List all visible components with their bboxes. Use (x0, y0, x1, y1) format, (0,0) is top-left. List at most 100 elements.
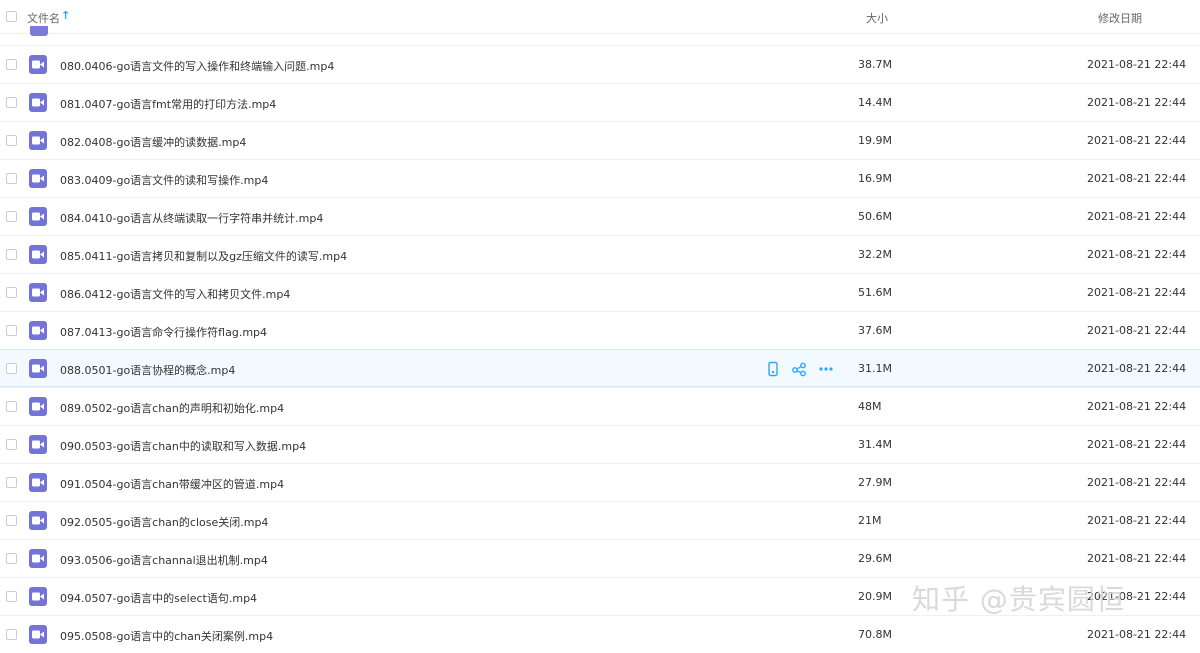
file-size: 27.9M (858, 476, 892, 489)
file-name[interactable]: 082.0408-go语言缓冲的读数据.mp4 (60, 134, 246, 150)
file-size: 31.4M (858, 438, 892, 451)
row-checkbox[interactable] (6, 439, 17, 450)
row-checkbox[interactable] (6, 553, 17, 564)
file-row[interactable]: 092.0505-go语言chan的close关闭.mp4 21M 2021-08-… (0, 501, 1200, 539)
row-checkbox[interactable] (6, 97, 17, 108)
video-file-icon (30, 26, 48, 36)
file-size: 32.2M (858, 248, 892, 261)
more-icon[interactable] (818, 361, 834, 377)
file-row[interactable]: 090.0503-go语言chan中的读取和写入数据.mp4 31.4M 2021-… (0, 425, 1200, 463)
file-size: 21M (858, 514, 882, 527)
file-row[interactable]: 086.0412-go语言文件的写入和拷贝文件.mp4 51.6M 2021-08-… (0, 273, 1200, 311)
video-file-icon (29, 169, 47, 188)
video-file-icon (29, 435, 47, 454)
row-checkbox[interactable] (6, 173, 17, 184)
file-size: 31.1M (858, 362, 892, 375)
video-file-icon (29, 359, 47, 378)
video-file-icon (29, 131, 47, 150)
file-name[interactable]: 086.0412-go语言文件的写入和拷贝文件.mp4 (60, 286, 290, 302)
file-name[interactable]: 087.0413-go语言命令行操作符flag.mp4 (60, 324, 267, 340)
file-modified-date: 2021-08-21 22:44 (1087, 438, 1187, 451)
file-size: 50.6M (858, 210, 892, 223)
file-name[interactable]: 085.0411-go语言拷贝和复制以及gz压缩文件的读写.mp4 (60, 248, 347, 264)
row-actions (765, 361, 837, 377)
phone-icon[interactable] (765, 361, 781, 377)
row-checkbox[interactable] (6, 515, 17, 526)
file-modified-date: 2021-08-21 22:44 (1087, 172, 1187, 185)
file-modified-date: 2021-08-21 22:44 (1087, 514, 1187, 527)
row-checkbox[interactable] (6, 59, 17, 70)
video-file-icon (29, 55, 47, 74)
row-checkbox[interactable] (6, 363, 17, 374)
file-name[interactable]: 094.0507-go语言中的select语句.mp4 (60, 590, 257, 606)
row-checkbox[interactable] (6, 629, 17, 640)
file-row[interactable]: 088.0501-go语言协程的概念.mp4 31.1M 2021-08-21 22… (0, 349, 1200, 387)
file-modified-date: 2021-08-21 22:44 (1087, 248, 1187, 261)
row-checkbox[interactable] (6, 325, 17, 336)
file-row[interactable]: 085.0411-go语言拷贝和复制以及gz压缩文件的读写.mp4 32.2M 20… (0, 235, 1200, 273)
file-name[interactable]: 083.0409-go语言文件的读和写操作.mp4 (60, 172, 268, 188)
file-name[interactable]: 092.0505-go语言chan的close关闭.mp4 (60, 514, 268, 530)
row-checkbox[interactable] (6, 477, 17, 488)
row-checkbox[interactable] (6, 591, 17, 602)
file-size: 20.9M (858, 590, 892, 603)
file-size: 16.9M (858, 172, 892, 185)
column-header-date[interactable]: 修改日期 (1098, 10, 1142, 26)
file-name[interactable]: 084.0410-go语言从终端读取一行字符串并统计.mp4 (60, 210, 323, 226)
file-name[interactable]: 093.0506-go语言channal退出机制.mp4 (60, 552, 268, 568)
file-modified-date: 2021-08-21 22:44 (1087, 210, 1187, 223)
file-modified-date: 2021-08-21 22:44 (1087, 628, 1187, 641)
file-size: 14.4M (858, 96, 892, 109)
file-row[interactable]: 089.0502-go语言chan的声明和初始化.mp4 48M 2021-08-2… (0, 387, 1200, 425)
file-size: 51.6M (858, 286, 892, 299)
file-list: 080.0406-go语言文件的写入操作和终端输入问题.mp4 38.7M 2021… (0, 45, 1200, 653)
file-row[interactable]: 084.0410-go语言从终端读取一行字符串并统计.mp4 50.6M 2021-… (0, 197, 1200, 235)
file-list-header: 文件名 ↑ 大小 修改日期 (0, 0, 1200, 34)
file-size: 29.6M (858, 552, 892, 565)
file-size: 38.7M (858, 58, 892, 71)
row-checkbox[interactable] (6, 135, 17, 146)
video-file-icon (29, 397, 47, 416)
file-name[interactable]: 080.0406-go语言文件的写入操作和终端输入问题.mp4 (60, 58, 334, 74)
row-checkbox[interactable] (6, 287, 17, 298)
file-name[interactable]: 090.0503-go语言chan中的读取和写入数据.mp4 (60, 438, 306, 454)
column-header-name[interactable]: 文件名 (27, 10, 60, 26)
share-icon[interactable] (791, 361, 807, 377)
file-name[interactable]: 089.0502-go语言chan的声明和初始化.mp4 (60, 400, 284, 416)
file-modified-date: 2021-08-21 22:44 (1087, 58, 1187, 71)
video-file-icon (29, 625, 47, 644)
file-name[interactable]: 095.0508-go语言中的chan关闭案例.mp4 (60, 628, 273, 644)
file-modified-date: 2021-08-21 22:44 (1087, 324, 1187, 337)
file-row[interactable]: 080.0406-go语言文件的写入操作和终端输入问题.mp4 38.7M 2021… (0, 45, 1200, 83)
column-header-size[interactable]: 大小 (866, 10, 888, 26)
video-file-icon (29, 473, 47, 492)
file-size: 48M (858, 400, 882, 413)
file-name[interactable]: 081.0407-go语言fmt常用的打印方法.mp4 (60, 96, 276, 112)
video-file-icon (29, 321, 47, 340)
file-size: 70.8M (858, 628, 892, 641)
file-row[interactable]: 095.0508-go语言中的chan关闭案例.mp4 70.8M 2021-08-… (0, 615, 1200, 653)
video-file-icon (29, 283, 47, 302)
watermark: 知乎 @贵宾圆恒 (912, 583, 1125, 616)
row-checkbox[interactable] (6, 249, 17, 260)
file-name[interactable]: 088.0501-go语言协程的概念.mp4 (60, 362, 235, 378)
video-file-icon (29, 549, 47, 568)
file-row[interactable]: 081.0407-go语言fmt常用的打印方法.mp4 14.4M 2021-08-… (0, 83, 1200, 121)
row-checkbox[interactable] (6, 401, 17, 412)
file-row[interactable]: 091.0504-go语言chan带缓冲区的管道.mp4 27.9M 2021-08… (0, 463, 1200, 501)
file-modified-date: 2021-08-21 22:44 (1087, 96, 1187, 109)
file-row[interactable]: 083.0409-go语言文件的读和写操作.mp4 16.9M 2021-08-21… (0, 159, 1200, 197)
file-modified-date: 2021-08-21 22:44 (1087, 134, 1187, 147)
row-checkbox[interactable] (6, 211, 17, 222)
video-file-icon (29, 245, 47, 264)
file-row[interactable]: 087.0413-go语言命令行操作符flag.mp4 37.6M 2021-08-… (0, 311, 1200, 349)
file-size: 19.9M (858, 134, 892, 147)
file-row[interactable]: 093.0506-go语言channal退出机制.mp4 29.6M 2021-08… (0, 539, 1200, 577)
file-row[interactable]: 082.0408-go语言缓冲的读数据.mp4 19.9M 2021-08-21 2… (0, 121, 1200, 159)
file-name[interactable]: 091.0504-go语言chan带缓冲区的管道.mp4 (60, 476, 284, 492)
select-all-checkbox[interactable] (6, 11, 17, 22)
sort-ascending-icon[interactable]: ↑ (61, 9, 70, 22)
video-file-icon (29, 93, 47, 112)
file-modified-date: 2021-08-21 22:44 (1087, 362, 1187, 375)
file-size: 37.6M (858, 324, 892, 337)
